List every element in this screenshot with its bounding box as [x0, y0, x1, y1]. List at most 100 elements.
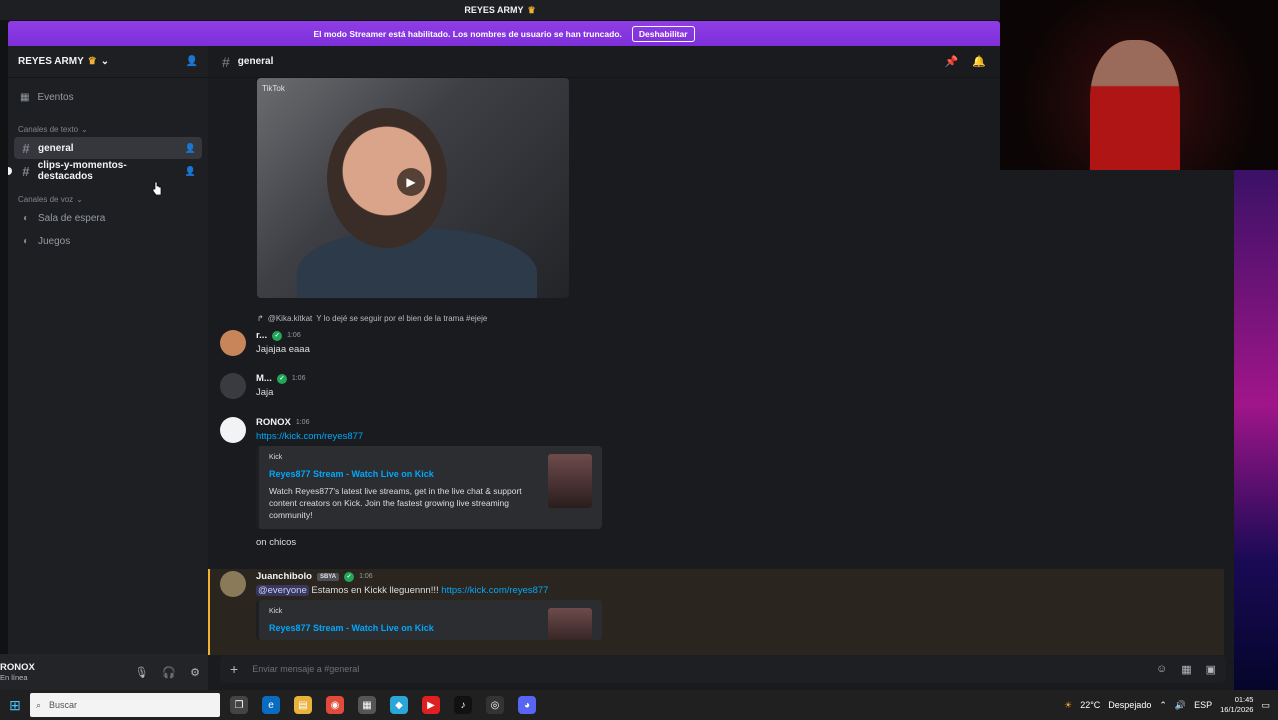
gift-icon[interactable]: ☺ [1156, 663, 1167, 676]
window-title: REYES ARMY ♛ [0, 0, 1000, 20]
video-attachment[interactable]: TikTok ▶ [257, 78, 569, 298]
youtube-icon[interactable]: ▶ [422, 696, 440, 714]
taskbar: ⊞ ⌕ Buscar ❐ e ▤ ◉ ▦ ◆ ▶ ♪ ◎ ◕ ☀ 22°C De… [0, 690, 1278, 720]
banner-text: El modo Streamer está habilitado. Los no… [313, 28, 622, 39]
message-text: Jaja [256, 387, 274, 398]
tiktok-icon[interactable]: ♪ [454, 696, 472, 714]
weather-desc: Despejado [1108, 700, 1152, 710]
webcam-overlay [1000, 0, 1278, 170]
taskbar-search[interactable]: ⌕ Buscar [30, 693, 220, 717]
chrome-icon[interactable]: ◉ [326, 696, 344, 714]
link-embed: Kick Reyes877 Stream - Watch Live on Kic… [256, 600, 602, 640]
avatar[interactable] [220, 571, 246, 597]
file-explorer-icon[interactable]: ▤ [294, 696, 312, 714]
apps-icon[interactable]: ▣ [1206, 663, 1216, 676]
notification-icon[interactable]: ▭ [1261, 700, 1270, 711]
chevron-up-icon[interactable]: ⌃ [1159, 700, 1167, 711]
category-voice-channels[interactable]: Canales de voz ⌄ [8, 192, 208, 206]
hash-icon: # [22, 140, 30, 156]
events-item[interactable]: ▦ Eventos [8, 82, 208, 112]
category-label: Canales de voz [18, 194, 74, 204]
obs-icon[interactable]: ◎ [486, 696, 504, 714]
embed-title[interactable]: Reyes877 Stream - Watch Live on Kick [269, 469, 592, 479]
app-icon[interactable]: ▦ [358, 696, 376, 714]
discord-icon[interactable]: ◕ [518, 696, 536, 714]
message: Juanchibolo SBYA ✓ 1:06 @everyone Estamos e… [220, 571, 602, 640]
search-placeholder: Buscar [49, 700, 78, 710]
message-time: 1:06 [287, 332, 301, 339]
message-author[interactable]: M... [256, 373, 272, 384]
reply-mention: @Kika.kitkat [267, 314, 313, 323]
speaker-icon: ◐ [22, 235, 30, 247]
message-text: Jajajaa eaaa [256, 344, 310, 355]
clock-time: 01:45 [1234, 695, 1254, 704]
gear-icon[interactable]: ⚙ [190, 666, 200, 679]
chevron-down-icon: ⌄ [100, 56, 110, 67]
headphones-icon[interactable]: 🎧 [162, 666, 176, 679]
channel-general[interactable]: # general 👤 [14, 137, 202, 159]
crown-icon: ♛ [527, 4, 536, 15]
chevron-down-icon: ⌄ [81, 124, 88, 134]
composer-placeholder[interactable]: Enviar mensaje a #general [252, 664, 359, 674]
weather-icon: ☀ [1064, 699, 1073, 710]
channel-sidebar: REYES ARMY ♛ ⌄ 👤 ▦ Eventos Canales de te… [8, 46, 208, 654]
channel-label: Juegos [38, 235, 71, 247]
message-link[interactable]: https://kick.com/reyes877 [441, 585, 548, 596]
embed-provider[interactable]: Kick [269, 608, 592, 615]
channel-label: Sala de espera [38, 212, 106, 224]
category-text-channels[interactable]: Canales de texto ⌄ [8, 122, 208, 136]
message-link[interactable]: https://kick.com/reyes877 [256, 431, 602, 442]
category-label: Canales de texto [18, 124, 79, 134]
avatar[interactable] [220, 330, 246, 356]
server-header[interactable]: REYES ARMY ♛ ⌄ 👤 [8, 46, 208, 78]
hash-icon: # [222, 53, 230, 70]
create-invite-icon[interactable]: 👤 [185, 166, 196, 177]
reply-preview[interactable]: ↱ @Kika.kitkat Y lo dejé se seguir por e… [257, 314, 487, 323]
microphone-icon[interactable]: 🎙 [134, 666, 148, 679]
message-time: 1:06 [295, 419, 310, 426]
verified-badge-icon: ✓ [276, 373, 287, 384]
message-author[interactable]: RONOX [256, 417, 291, 428]
voice-channel-waiting[interactable]: ◐ Sala de espera [14, 207, 202, 229]
app-icon[interactable]: ◆ [390, 696, 408, 714]
embed-thumbnail[interactable] [548, 454, 592, 508]
embed-provider[interactable]: Kick [269, 454, 592, 461]
play-icon[interactable]: ▶ [397, 168, 425, 196]
verified-badge-icon: ✓ [344, 571, 355, 582]
language-indicator[interactable]: ESP [1194, 700, 1212, 710]
pin-icon[interactable]: 📌 [945, 55, 959, 68]
windows-start-icon[interactable]: ⊞ [0, 697, 30, 714]
channel-label: clips-y-momentos-destacados [37, 160, 127, 182]
message-time: 1:06 [359, 573, 373, 580]
speaker-icon: ◐ [22, 212, 30, 224]
task-view-icon[interactable]: ❐ [230, 696, 248, 714]
everyone-mention[interactable]: @everyone [256, 585, 309, 596]
user-name[interactable]: RONOX [0, 662, 35, 673]
hand-cursor-icon [152, 181, 162, 195]
disable-streamer-button[interactable]: Deshabilitar [631, 25, 695, 42]
embed-thumbnail[interactable] [548, 608, 592, 640]
calendar-icon: ▦ [20, 91, 30, 103]
message-time: 1:06 [291, 375, 306, 382]
channel-clips[interactable]: # clips-y-momentos-destacados 👤 [8, 160, 202, 182]
message-composer[interactable]: + Enviar mensaje a #general ☺ ▦ ▣ [220, 655, 1226, 683]
edge-icon[interactable]: e [262, 696, 280, 714]
embed-title[interactable]: Reyes877 Stream - Watch Live on Kick [269, 623, 592, 633]
channel-header: # general 📌 🔔 [208, 46, 1000, 78]
avatar[interactable] [220, 417, 246, 443]
clock[interactable]: 01:45 16/1/2026 [1220, 695, 1253, 715]
message-text: on chicos [256, 537, 297, 548]
plus-icon[interactable]: + [230, 661, 238, 677]
speaker-icon[interactable]: 🔊 [1175, 700, 1186, 711]
sticker-icon[interactable]: ▦ [1181, 663, 1191, 676]
bell-icon[interactable]: 🔔 [972, 55, 986, 68]
events-label: Eventos [37, 91, 74, 103]
message-author[interactable]: Juanchibolo [256, 571, 312, 582]
weather-temp[interactable]: 22°C [1080, 700, 1100, 710]
voice-channel-games[interactable]: ◐ Juegos [14, 230, 202, 252]
create-invite-icon[interactable]: 👤 [185, 143, 196, 154]
message-author[interactable]: r... [256, 330, 267, 341]
message: r... ✓ 1:06 Jajajaa eaaa [220, 330, 310, 356]
avatar[interactable] [220, 373, 246, 399]
invite-people-icon[interactable]: 👤 [186, 56, 198, 67]
